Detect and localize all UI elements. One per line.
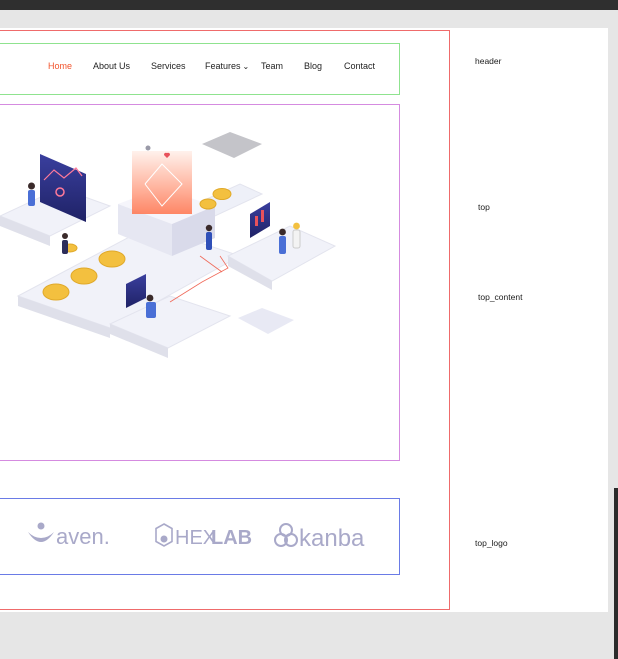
label-top-content: top_content [478,292,523,302]
main-nav: Home About Us Services Features ⌄ Team Bl… [0,61,400,77]
nav-team[interactable]: Team [261,61,283,71]
nav-home[interactable]: Home [48,61,72,71]
hero-illustration [0,132,337,358]
label-top-logo: top_logo [475,538,508,548]
nav-features-label: Features [205,61,241,71]
label-header: header [475,56,502,66]
nav-about-us[interactable]: About Us [93,61,130,71]
nav-contact[interactable]: Contact [344,61,375,71]
hexlab-logo: HEX LAB [155,523,252,549]
window-top-bar [0,0,618,10]
partner-logos: aven. HEX LAB kanba [28,522,365,552]
label-top: top [478,202,490,212]
nav-services[interactable]: Services [151,61,186,71]
kanba-logo: kanba [274,523,365,552]
nav-features[interactable]: Features ⌄ [205,61,249,71]
hexlab-logo-text-lab: LAB [211,527,252,549]
nav-blog[interactable]: Blog [304,61,322,71]
aven-logo: aven. [28,522,110,549]
scrollbar-thumb[interactable] [614,488,618,659]
hexlab-logo-text-hex: HEX [175,527,216,549]
aven-logo-text: aven. [56,524,110,549]
chevron-down-icon: ⌄ [242,62,250,71]
kanba-logo-text: kanba [299,525,365,552]
